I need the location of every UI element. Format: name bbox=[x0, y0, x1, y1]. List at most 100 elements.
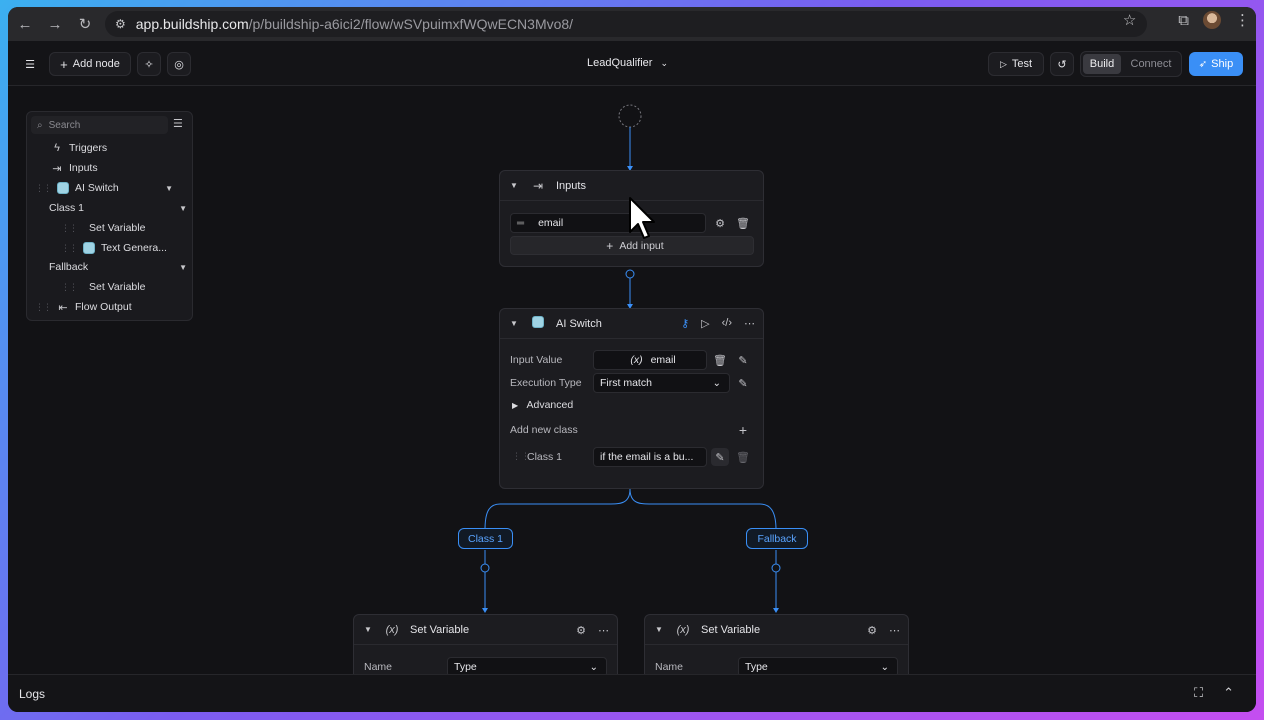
collapse-panel-icon[interactable]: ☰ bbox=[173, 117, 183, 130]
history-icon[interactable]: ↺ bbox=[1050, 52, 1074, 76]
caret-down-icon[interactable]: ▼ bbox=[179, 263, 187, 272]
gear-icon[interactable]: ⚙ bbox=[867, 624, 877, 637]
collapse-chevron-icon[interactable]: ▼ bbox=[364, 625, 376, 634]
bookmark-star-icon[interactable]: ☆ bbox=[1123, 11, 1136, 29]
add-class-plus-icon[interactable]: + bbox=[734, 421, 752, 439]
magic-wand-icon[interactable]: ✧ bbox=[137, 52, 161, 76]
drag-handle-icon[interactable]: ⋮⋮ bbox=[35, 302, 52, 313]
trash-icon[interactable]: 🗑 bbox=[734, 448, 752, 466]
advanced-label: Advanced bbox=[526, 399, 574, 411]
logs-bar[interactable]: Logs ⛶ ⌃ bbox=[8, 674, 1256, 712]
outline-item-triggers[interactable]: ϟ Triggers bbox=[51, 139, 107, 157]
flow-title-dropdown[interactable]: LeadQualifier ⌄ bbox=[587, 57, 668, 69]
outline-item-fallback[interactable]: Fallback ▼ bbox=[49, 258, 187, 276]
outline-item-class1[interactable]: Class 1 ▼ bbox=[49, 199, 187, 217]
menu-icon[interactable]: ☰ bbox=[18, 52, 42, 76]
collapse-chevron-icon[interactable]: ▼ bbox=[655, 625, 667, 634]
reload-icon[interactable]: ↻ bbox=[70, 9, 100, 39]
ai-switch-node[interactable]: ▼ AI Switch ⚷ ▷ ‹/› ⋯ Input Value (x) em… bbox=[499, 308, 764, 489]
play-icon[interactable]: ▷ bbox=[701, 317, 709, 330]
branch-class1-tag[interactable]: Class 1 bbox=[458, 528, 513, 549]
collapse-chevron-icon[interactable]: ▼ bbox=[510, 319, 522, 328]
outline-label: Text Genera... bbox=[101, 242, 167, 254]
ship-button[interactable]: ➶ Ship bbox=[1189, 52, 1243, 76]
gear-icon[interactable]: ⚙ bbox=[711, 214, 729, 232]
name-value: Type bbox=[745, 661, 768, 673]
drag-handle-icon[interactable]: ⋮⋮ bbox=[61, 243, 78, 254]
more-icon[interactable]: ⋯ bbox=[598, 624, 609, 637]
plus-icon: + bbox=[606, 238, 614, 253]
flow-title: LeadQualifier bbox=[587, 57, 653, 69]
test-button[interactable]: ▷ Test bbox=[988, 52, 1044, 76]
advanced-toggle[interactable]: ▶ Advanced bbox=[512, 399, 573, 411]
pencil-icon[interactable]: ✎ bbox=[734, 351, 752, 369]
connect-tab[interactable]: Connect bbox=[1121, 58, 1181, 70]
pencil-icon[interactable]: ✎ bbox=[711, 448, 729, 466]
browser-menu-icon[interactable]: ⋮ bbox=[1235, 11, 1250, 29]
fallback-out-port bbox=[771, 563, 781, 573]
url-path: /p/buildship-a6ici2/flow/wSVpuimxfWQwECN… bbox=[248, 16, 574, 32]
drag-handle-icon[interactable]: ⋮⋮ bbox=[61, 223, 78, 234]
outline-label: Flow Output bbox=[75, 301, 132, 313]
mouse-cursor-icon bbox=[629, 197, 655, 239]
browser-window: ← → ↻ ⚙ app.buildship.com/p/buildship-a6… bbox=[8, 7, 1256, 712]
build-tab[interactable]: Build bbox=[1083, 54, 1121, 74]
outline-item-text-generator[interactable]: ⋮⋮ Text Genera... bbox=[61, 239, 167, 257]
add-node-label: Add node bbox=[72, 58, 120, 70]
input-field-email[interactable]: ═ email bbox=[510, 213, 706, 233]
outline-item-inputs[interactable]: ⇥ Inputs bbox=[51, 159, 98, 177]
address-bar[interactable]: ⚙ app.buildship.com/p/buildship-a6ici2/f… bbox=[105, 11, 1147, 37]
set-variable-title: Set Variable bbox=[410, 623, 470, 636]
ai-icon bbox=[57, 182, 69, 194]
flow-canvas[interactable]: ⌕ Search ☰ ϟ Triggers ⇥ Inputs ⋮⋮ AI Swi… bbox=[8, 86, 1256, 684]
outline-item-set-variable-2[interactable]: ⋮⋮ Set Variable bbox=[61, 278, 145, 296]
edge-switch-fallback bbox=[629, 488, 777, 531]
trash-icon[interactable]: 🗑 bbox=[734, 214, 752, 232]
outline-item-set-variable[interactable]: ⋮⋮ Set Variable bbox=[61, 219, 145, 237]
outline-label: Inputs bbox=[69, 162, 98, 174]
name-label: Name bbox=[655, 661, 684, 673]
more-icon[interactable]: ⋯ bbox=[889, 624, 900, 637]
add-node-button[interactable]: + Add node bbox=[49, 52, 131, 76]
trash-icon[interactable]: 🗑 bbox=[711, 351, 729, 369]
outline-panel: ⌕ Search ☰ ϟ Triggers ⇥ Inputs ⋮⋮ AI Swi… bbox=[26, 111, 193, 321]
drag-handle-icon[interactable]: ⋮⋮ bbox=[61, 282, 78, 293]
back-icon[interactable]: ← bbox=[10, 9, 40, 39]
chevron-up-icon[interactable]: ⌃ bbox=[1223, 685, 1234, 701]
outline-item-ai-switch[interactable]: ⋮⋮ AI Switch ▼ bbox=[35, 179, 185, 197]
collapse-chevron-icon[interactable]: ▼ bbox=[510, 181, 522, 190]
outline-search-input[interactable]: ⌕ Search bbox=[31, 116, 168, 134]
comment-icon[interactable]: ◎ bbox=[167, 52, 191, 76]
outline-label: Set Variable bbox=[89, 222, 146, 234]
fullscreen-icon[interactable]: ⛶ bbox=[1194, 685, 1203, 701]
site-settings-icon[interactable]: ⚙ bbox=[115, 17, 126, 31]
extensions-icon[interactable]: ⧉ bbox=[1178, 12, 1189, 29]
outline-label: AI Switch bbox=[75, 182, 119, 194]
gear-icon[interactable]: ⚙ bbox=[576, 624, 586, 637]
inputs-node-title: Inputs bbox=[556, 179, 586, 192]
forward-icon[interactable]: → bbox=[40, 9, 70, 39]
ai-switch-title: AI Switch bbox=[556, 317, 602, 330]
outline-label: Class 1 bbox=[49, 202, 85, 214]
outline-label: Set Variable bbox=[89, 281, 146, 293]
class-condition-field[interactable]: if the email is a bu... bbox=[593, 447, 707, 467]
code-icon[interactable]: ‹/› bbox=[722, 317, 732, 330]
ship-label: Ship bbox=[1211, 58, 1234, 70]
add-class-label: Add new class bbox=[510, 424, 578, 436]
key-icon[interactable]: ⚷ bbox=[681, 317, 689, 330]
profile-avatar[interactable] bbox=[1203, 11, 1221, 29]
outline-label: Fallback bbox=[49, 261, 89, 273]
execution-type-select[interactable]: First match ⌄ bbox=[593, 373, 730, 393]
caret-down-icon[interactable]: ▼ bbox=[179, 204, 187, 213]
ai-icon bbox=[530, 316, 546, 331]
drag-handle-icon[interactable]: ⋮⋮ bbox=[35, 183, 52, 194]
pencil-icon[interactable]: ✎ bbox=[734, 374, 752, 392]
search-placeholder: Search bbox=[48, 119, 81, 131]
more-icon[interactable]: ⋯ bbox=[744, 317, 755, 330]
input-field-name: email bbox=[538, 217, 564, 229]
caret-down-icon[interactable]: ▼ bbox=[165, 184, 173, 193]
branch-fallback-tag[interactable]: Fallback bbox=[746, 528, 808, 549]
caret-right-icon: ▶ bbox=[512, 401, 519, 410]
input-value-field[interactable]: (x) email bbox=[593, 350, 707, 370]
outline-item-flow-output[interactable]: ⋮⋮ ⇤ Flow Output bbox=[35, 298, 132, 316]
